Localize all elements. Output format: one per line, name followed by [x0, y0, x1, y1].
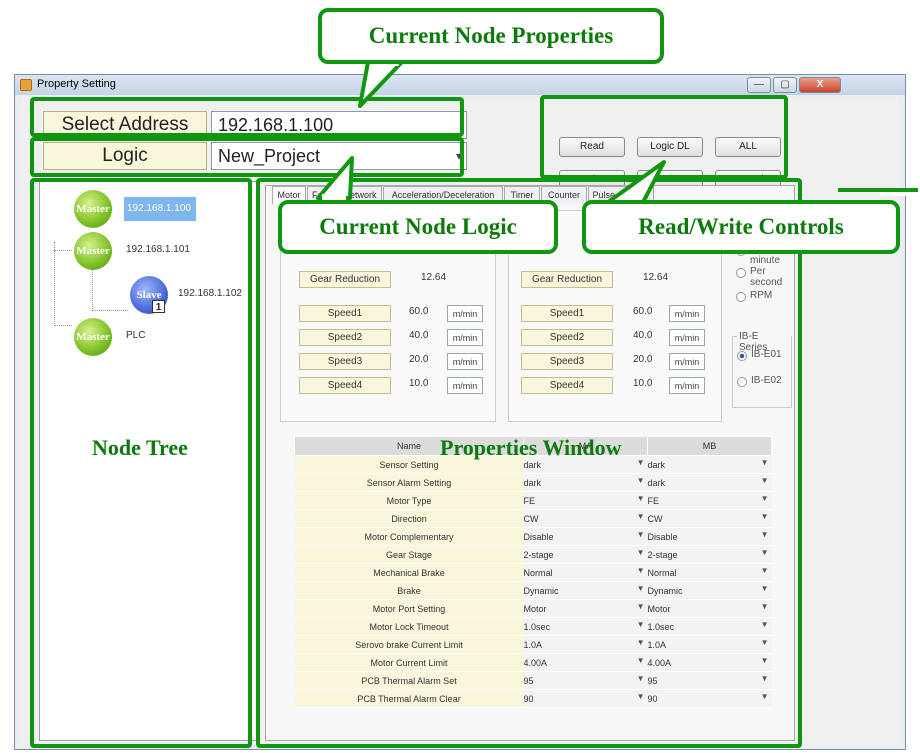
callout-current-node-logic: Current Node Logic	[278, 200, 558, 254]
minimize-button[interactable]: —	[747, 77, 771, 93]
title-bar[interactable]: Property Setting — ▢ X	[15, 75, 905, 95]
callout-current-node-properties: Current Node Properties	[318, 8, 664, 64]
highlight-node-tree-box	[30, 178, 252, 748]
highlight-controls-box	[540, 95, 788, 179]
highlight-properties-box	[256, 178, 802, 748]
maximize-button[interactable]: ▢	[773, 77, 797, 93]
app-icon	[20, 79, 32, 91]
highlight-logic-box	[30, 137, 464, 177]
close-button[interactable]: X	[799, 77, 841, 93]
window-title: Property Setting	[37, 78, 116, 90]
highlight-address-box	[30, 97, 464, 137]
properties-window-annotation: Properties Window	[440, 435, 622, 460]
callout-read-write-controls: Read/Write Controls	[582, 200, 900, 254]
node-tree-annotation: Node Tree	[92, 435, 188, 460]
